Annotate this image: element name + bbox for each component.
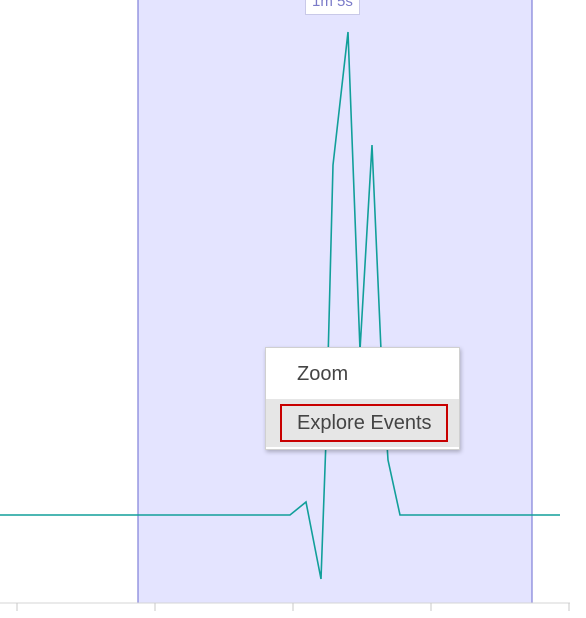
chart-area[interactable] xyxy=(0,0,586,618)
explore-events-menu-item[interactable]: Explore Events xyxy=(266,399,459,447)
x-axis-ticks xyxy=(16,603,570,611)
explore-events-label: Explore Events xyxy=(297,412,432,434)
selection-region[interactable] xyxy=(138,0,532,603)
context-menu: Zoom Explore Events xyxy=(265,347,460,450)
selection-duration-label: 1m 5s xyxy=(305,0,360,15)
zoom-menu-item[interactable]: Zoom xyxy=(266,350,459,398)
